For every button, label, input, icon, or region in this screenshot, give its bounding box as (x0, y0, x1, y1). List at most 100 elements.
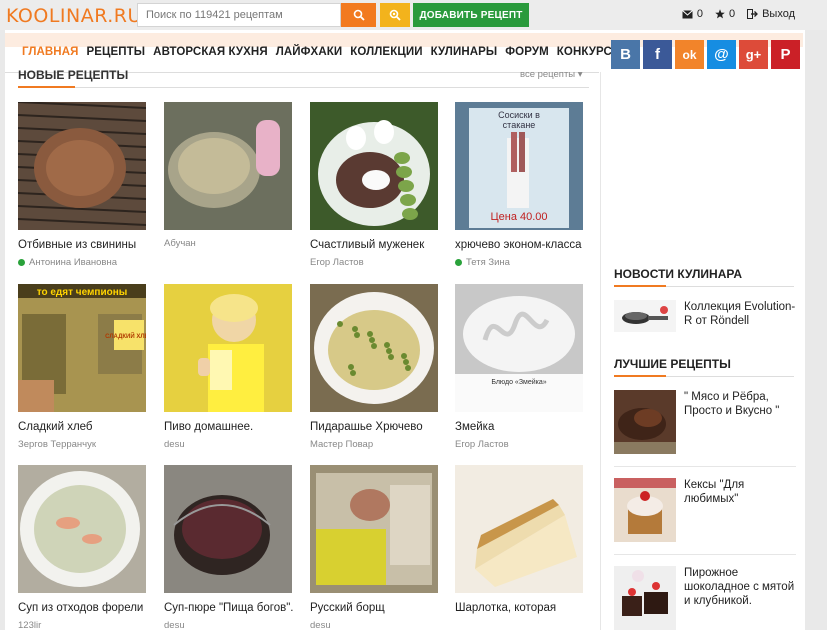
recipe-image[interactable] (164, 465, 292, 593)
recipe-image[interactable] (164, 284, 292, 412)
recipe-title[interactable]: Пиво домашнее. (164, 420, 294, 434)
nav-forum[interactable]: ФОРУМ (505, 46, 549, 58)
pinterest-button[interactable]: P (771, 40, 800, 69)
nav-author-kitchen[interactable]: АВТОРСКАЯ КУХНЯ (153, 46, 268, 58)
recipe-card[interactable]: Шарлотка, которая (455, 465, 585, 620)
recipe-card[interactable]: Отбивные из свинины Антонина Ивановна (18, 102, 148, 268)
recipe-card[interactable]: Русский борщ desu (310, 465, 440, 630)
nav-recipes[interactable]: РЕЦЕПТЫ (87, 46, 146, 58)
add-recipe-button[interactable]: ДОБАВИТЬ РЕЦЕПТ (413, 3, 529, 27)
online-indicator (18, 259, 25, 266)
facebook-button[interactable]: f (643, 40, 672, 69)
recipe-image[interactable]: то едят чемпионы СЛАДКИЙ ХЛЕБ (18, 284, 146, 412)
logout-link[interactable]: Выход (747, 8, 795, 20)
best-title-underline (614, 375, 666, 377)
nav-lifehacks[interactable]: ЛАЙФХАКИ (276, 46, 343, 58)
best-recipe-item[interactable]: Пирожное шоколадное с мятой и клубникой. (614, 566, 798, 630)
recipe-title[interactable]: Суп-пюре "Пища богов". (164, 601, 294, 615)
nav-collections[interactable]: КОЛЛЕКЦИИ (350, 46, 422, 58)
search-button[interactable] (341, 3, 376, 27)
best-recipe-item[interactable]: " Мясо и Рёбра, Просто и Вкусно " (614, 390, 798, 454)
recipe-card[interactable]: то едят чемпионы СЛАДКИЙ ХЛЕБ Сладкий хлеб… (18, 284, 148, 450)
recipe-card[interactable]: Блюдо «Змейка» Змейка Егор Ластов (455, 284, 585, 450)
odnoklassniki-button[interactable]: ok (675, 40, 704, 69)
recipe-image[interactable] (455, 465, 583, 593)
poster-title-line2: стакане (503, 120, 536, 130)
recipe-card[interactable]: Цена 40.00 Сосиски в стакане хрючево эконом… (455, 102, 585, 268)
best-rule (666, 376, 794, 377)
recipe-title[interactable]: хрючево эконом-класса (455, 238, 585, 252)
author-name: Тетя Зина (466, 257, 510, 268)
recipe-image[interactable] (164, 102, 292, 230)
news-title: НОВОСТИ КУЛИНАРА (614, 267, 742, 281)
recipe-author[interactable]: Мастер Повар (310, 439, 440, 450)
nav-cooks[interactable]: КУЛИНАРЫ (431, 46, 498, 58)
googleplus-button[interactable]: g+ (739, 40, 768, 69)
recipe-author[interactable]: desu (310, 620, 440, 630)
recipe-title[interactable]: Сладкий хлеб (18, 420, 148, 434)
recipe-image[interactable] (18, 465, 146, 593)
best-recipe-item[interactable]: Кексы "Для любимых" (614, 478, 798, 542)
author-name: Абучан (164, 238, 196, 249)
recipe-author[interactable]: Егор Ластов (455, 439, 585, 450)
recipe-title[interactable]: Счастливый муженек (310, 238, 440, 252)
vk-button[interactable]: B (611, 40, 640, 69)
online-indicator (455, 259, 462, 266)
recipe-card[interactable]: Пидарашье Хрючево Мастер Повар (310, 284, 440, 450)
recipe-image[interactable] (310, 102, 438, 230)
logout-label: Выход (762, 8, 795, 20)
news-thumbnail (614, 300, 676, 332)
recipe-author[interactable]: desu (164, 439, 294, 450)
recipe-author[interactable]: Зергов Терранчук (18, 439, 148, 450)
recipe-title[interactable]: Пидарашье Хрючево (310, 420, 440, 434)
recipe-title[interactable]: Шарлотка, которая (455, 601, 585, 615)
poster-title-line1: Сосиски в (498, 110, 540, 120)
recipe-image[interactable]: Блюдо «Змейка» (455, 284, 583, 412)
recipe-author[interactable]: Егор Ластов (310, 257, 440, 268)
sidebar-divider (614, 554, 796, 555)
recipe-card[interactable]: Абучан (164, 102, 294, 249)
best-recipe-thumbnail (614, 390, 676, 454)
recipe-author[interactable]: 123lir (18, 620, 148, 630)
all-recipes-link[interactable]: все рецепты ▾ (520, 69, 583, 80)
site-logo[interactable]: KOOLINAR.RU (6, 5, 142, 27)
best-recipe-thumbnail (614, 478, 676, 542)
search-input[interactable] (137, 3, 341, 27)
recipe-title[interactable]: Змейка (455, 420, 585, 434)
messages-link[interactable]: 0 (681, 8, 703, 20)
recipe-image[interactable]: Цена 40.00 Сосиски в стакане (455, 102, 583, 230)
recipe-image[interactable] (310, 465, 438, 593)
nav-main[interactable]: ГЛАВНАЯ (22, 46, 79, 58)
favorites-link[interactable]: 0 (715, 8, 735, 20)
recipe-author[interactable]: desu (164, 620, 294, 630)
recipe-card[interactable]: Счастливый муженек Егор Ластов (310, 102, 440, 268)
recipe-card[interactable]: Пиво домашнее. desu (164, 284, 294, 450)
messages-count: 0 (696, 8, 703, 20)
best-recipe-text: Кексы "Для любимых" (684, 479, 745, 505)
recipe-author[interactable]: Абучан (164, 238, 294, 249)
author-name: desu (164, 620, 185, 630)
mail-button[interactable]: @ (707, 40, 736, 69)
recipe-author[interactable]: Тетя Зина (455, 257, 585, 268)
recipe-card[interactable]: Суп из отходов форели 123lir (18, 465, 148, 630)
author-name: Антонина Ивановна (29, 257, 117, 268)
column-divider (600, 72, 601, 630)
recipe-image[interactable] (18, 102, 146, 230)
recipe-author[interactable]: Антонина Ивановна (18, 257, 148, 268)
author-name: desu (164, 439, 185, 450)
advanced-search-button[interactable] (380, 3, 410, 27)
news-item[interactable]: Коллекция Evolution-R от Röndell (614, 300, 798, 332)
author-name: 123lir (18, 620, 42, 630)
recipe-card[interactable]: Суп-пюре "Пища богов". desu (164, 465, 294, 630)
recipe-title[interactable]: Суп из отходов форели (18, 601, 148, 615)
author-name: Егор Ластов (455, 439, 509, 450)
recipe-image[interactable] (310, 284, 438, 412)
best-recipe-text: Пирожное шоколадное с мятой и клубникой. (684, 567, 795, 607)
envelope-icon (681, 9, 693, 18)
search-icon (353, 9, 365, 21)
social-buttons: B f ok @ g+ P (611, 40, 800, 69)
recipe-title[interactable]: Русский борщ (310, 601, 440, 615)
best-recipe-thumbnail (614, 566, 676, 630)
recipe-title[interactable]: Отбивные из свинины (18, 238, 148, 252)
image-caption: Блюдо «Змейка» (491, 378, 546, 386)
